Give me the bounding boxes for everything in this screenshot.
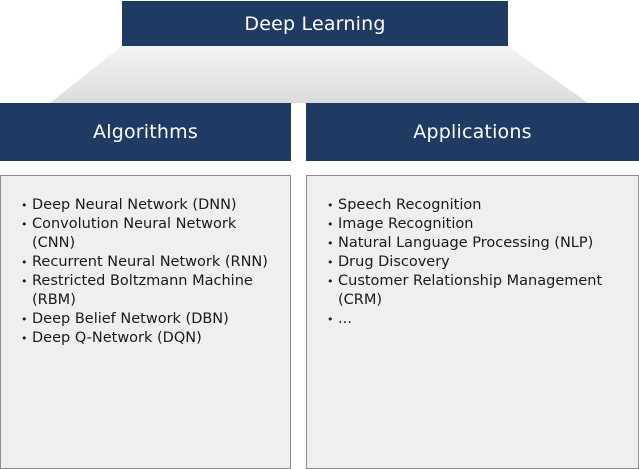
deep-learning-title-box: Deep Learning (122, 1, 508, 46)
list-item: Drug Discovery (327, 253, 628, 272)
list-item: Restricted Boltzmann Machine (RBM) (21, 272, 280, 310)
algorithms-panel: Deep Neural Network (DNN) Convolution Ne… (0, 175, 291, 469)
algorithms-list: Deep Neural Network (DNN) Convolution Ne… (21, 196, 280, 348)
applications-title: Applications (413, 121, 532, 143)
list-item: ... (327, 310, 628, 329)
list-item: Natural Language Processing (NLP) (327, 234, 628, 253)
list-item: Deep Belief Network (DBN) (21, 310, 280, 329)
list-item: Image Recognition (327, 215, 628, 234)
algorithms-title: Algorithms (93, 121, 198, 143)
applications-list: Speech Recognition Image Recognition Nat… (327, 196, 628, 329)
list-item: Recurrent Neural Network (RNN) (21, 253, 280, 272)
list-item: Convolution Neural Network (CNN) (21, 215, 280, 253)
list-item: Deep Neural Network (DNN) (21, 196, 280, 215)
list-item: Customer Relationship Management (CRM) (327, 272, 628, 310)
deep-learning-title: Deep Learning (244, 12, 386, 35)
list-item: Speech Recognition (327, 196, 628, 215)
list-item: Deep Q-Network (DQN) (21, 329, 280, 348)
applications-panel: Speech Recognition Image Recognition Nat… (306, 175, 639, 469)
applications-header: Applications (306, 103, 639, 161)
algorithms-header: Algorithms (0, 103, 291, 161)
